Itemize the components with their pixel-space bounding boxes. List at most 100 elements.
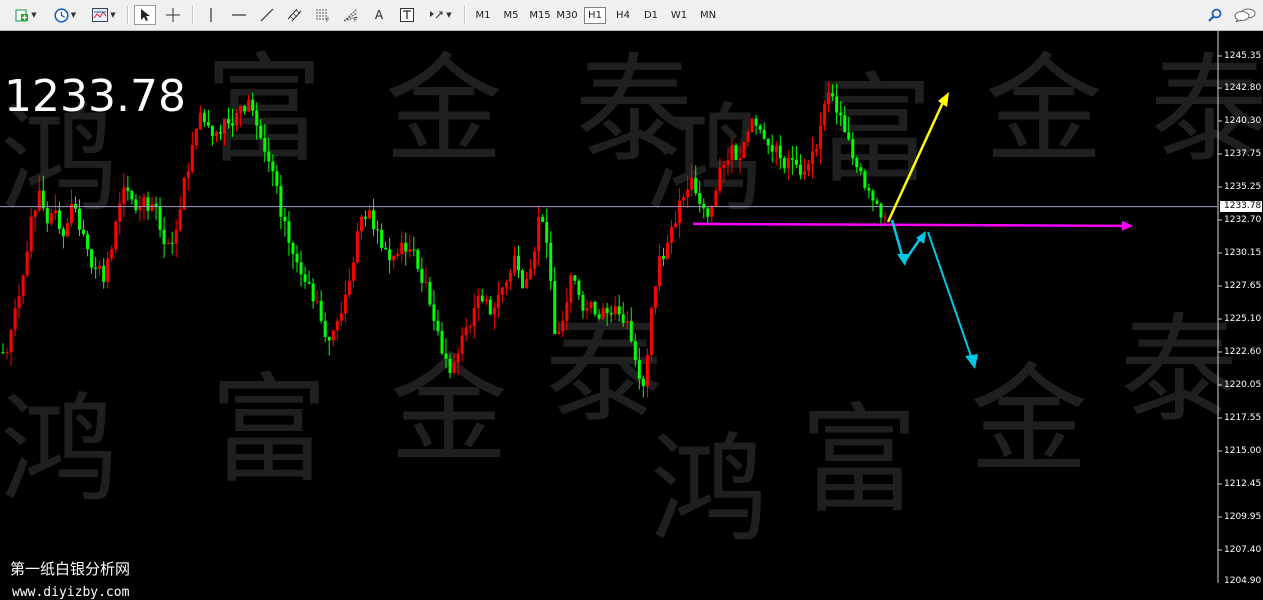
candle-body bbox=[867, 187, 871, 191]
candle-body bbox=[657, 255, 661, 287]
candle-body bbox=[126, 187, 130, 191]
candle-body bbox=[376, 229, 380, 231]
timeframe-m5-button[interactable]: M5 bbox=[500, 7, 522, 24]
candle-body bbox=[645, 355, 649, 386]
candle-body bbox=[525, 278, 529, 289]
price-axis-label: 1235.25 bbox=[1224, 182, 1262, 192]
candle-body bbox=[106, 258, 110, 282]
candle-body bbox=[21, 275, 25, 297]
candle-body bbox=[243, 106, 247, 112]
timeframe-h4-button[interactable]: H4 bbox=[612, 7, 634, 24]
watermark-char: 金 bbox=[970, 351, 1088, 489]
text-button[interactable]: A bbox=[368, 5, 390, 25]
candle-body bbox=[456, 353, 460, 363]
trendline-button[interactable] bbox=[256, 5, 278, 25]
timeframe-w1-button[interactable]: W1 bbox=[668, 7, 690, 24]
candle-body bbox=[37, 190, 41, 211]
candle-body bbox=[339, 313, 343, 321]
arrows-button[interactable]: ▼ bbox=[424, 5, 456, 25]
candle-body bbox=[206, 122, 210, 126]
crosshair-button[interactable] bbox=[162, 5, 184, 25]
candle-body bbox=[102, 265, 106, 282]
channel-icon bbox=[287, 8, 302, 22]
candle-body bbox=[871, 190, 875, 201]
vertical-line-icon bbox=[210, 8, 212, 22]
fibonacci-retracement-button[interactable]: F bbox=[312, 5, 334, 25]
candle-body bbox=[847, 132, 851, 140]
fibonacci-fan-button[interactable]: F bbox=[340, 5, 362, 25]
candle-body bbox=[158, 206, 162, 230]
candle-body bbox=[762, 129, 766, 139]
candle-body bbox=[843, 115, 847, 133]
fibonacci-retracement-icon: F bbox=[316, 9, 330, 23]
candle-body bbox=[404, 242, 408, 252]
timeframe-m30-button[interactable]: M30 bbox=[555, 7, 579, 24]
candle-body bbox=[5, 352, 9, 354]
candle-body bbox=[307, 281, 311, 284]
candle-body bbox=[335, 320, 339, 331]
candle-body bbox=[49, 213, 53, 224]
vertical-line-button[interactable] bbox=[200, 5, 222, 25]
cursor-button[interactable] bbox=[134, 5, 156, 25]
chart-area[interactable]: 鸿富金泰鸿富金泰鸿富金泰鸿富金泰 1233.78 第一纸白银分析网 www.di… bbox=[0, 31, 1263, 600]
watermark-char: 富 bbox=[815, 61, 933, 199]
candle-body bbox=[682, 197, 686, 201]
candle-body bbox=[794, 159, 798, 165]
candle-body bbox=[53, 210, 57, 214]
template-button[interactable]: ▼ bbox=[88, 5, 120, 25]
timeframe-m15-button[interactable]: M15 bbox=[528, 7, 552, 24]
new-chart-button[interactable]: ▼ bbox=[10, 5, 42, 25]
candle-body bbox=[718, 167, 722, 191]
candle-body bbox=[61, 228, 65, 237]
price-chart: 鸿富金泰鸿富金泰鸿富金泰鸿富金泰 bbox=[0, 31, 1263, 583]
candle-body bbox=[408, 249, 412, 252]
text-label-button[interactable] bbox=[396, 5, 418, 25]
candle-body bbox=[424, 281, 428, 283]
candle-body bbox=[730, 145, 734, 161]
candle-body bbox=[448, 358, 452, 373]
candle-body bbox=[130, 190, 134, 200]
candle-body bbox=[633, 341, 637, 360]
timeframe-m1-button[interactable]: M1 bbox=[472, 7, 494, 24]
candle-body bbox=[875, 200, 879, 204]
chat-button[interactable] bbox=[1232, 5, 1258, 25]
price-axis-label: 1245.35 bbox=[1224, 51, 1262, 61]
search-button[interactable] bbox=[1205, 5, 1225, 25]
candle-body bbox=[706, 208, 710, 217]
candle-body bbox=[388, 249, 392, 261]
candle-body bbox=[1, 352, 5, 354]
candle-body bbox=[323, 320, 327, 337]
watermark-char: 富 bbox=[210, 361, 328, 499]
channel-button[interactable] bbox=[284, 5, 306, 25]
watermark-char: 金 bbox=[985, 41, 1103, 179]
periodicity-button[interactable]: ▼ bbox=[50, 5, 80, 25]
timeframe-d1-button[interactable]: D1 bbox=[640, 7, 662, 24]
price-axis-label: 1237.75 bbox=[1224, 149, 1262, 159]
timeframe-mn-button[interactable]: MN bbox=[696, 7, 720, 24]
candle-body bbox=[416, 249, 420, 269]
candle-body bbox=[698, 193, 702, 204]
candle-body bbox=[247, 99, 251, 112]
candle-body bbox=[460, 335, 464, 354]
candle-body bbox=[380, 229, 384, 248]
candle-body bbox=[134, 199, 138, 211]
candle-body bbox=[146, 197, 150, 211]
candle-body bbox=[251, 99, 255, 111]
candle-body bbox=[581, 294, 585, 311]
candle-body bbox=[585, 307, 589, 311]
candle-body bbox=[529, 268, 533, 279]
candle-body bbox=[674, 223, 678, 228]
candle-body bbox=[331, 330, 335, 341]
candle-body bbox=[291, 242, 295, 254]
candle-body bbox=[275, 171, 279, 186]
candle-body bbox=[174, 229, 178, 244]
brand-name: 第一纸白银分析网 bbox=[10, 560, 131, 578]
candle-body bbox=[239, 106, 243, 113]
horizontal-line-button[interactable] bbox=[228, 5, 250, 25]
timeframe-h1-button[interactable]: H1 bbox=[584, 7, 606, 24]
candle-body bbox=[303, 274, 307, 282]
bearish-arrow-leg-3[interactable] bbox=[927, 231, 974, 363]
candle-body bbox=[617, 306, 621, 315]
candle-body bbox=[492, 307, 496, 315]
candle-body bbox=[57, 210, 61, 229]
